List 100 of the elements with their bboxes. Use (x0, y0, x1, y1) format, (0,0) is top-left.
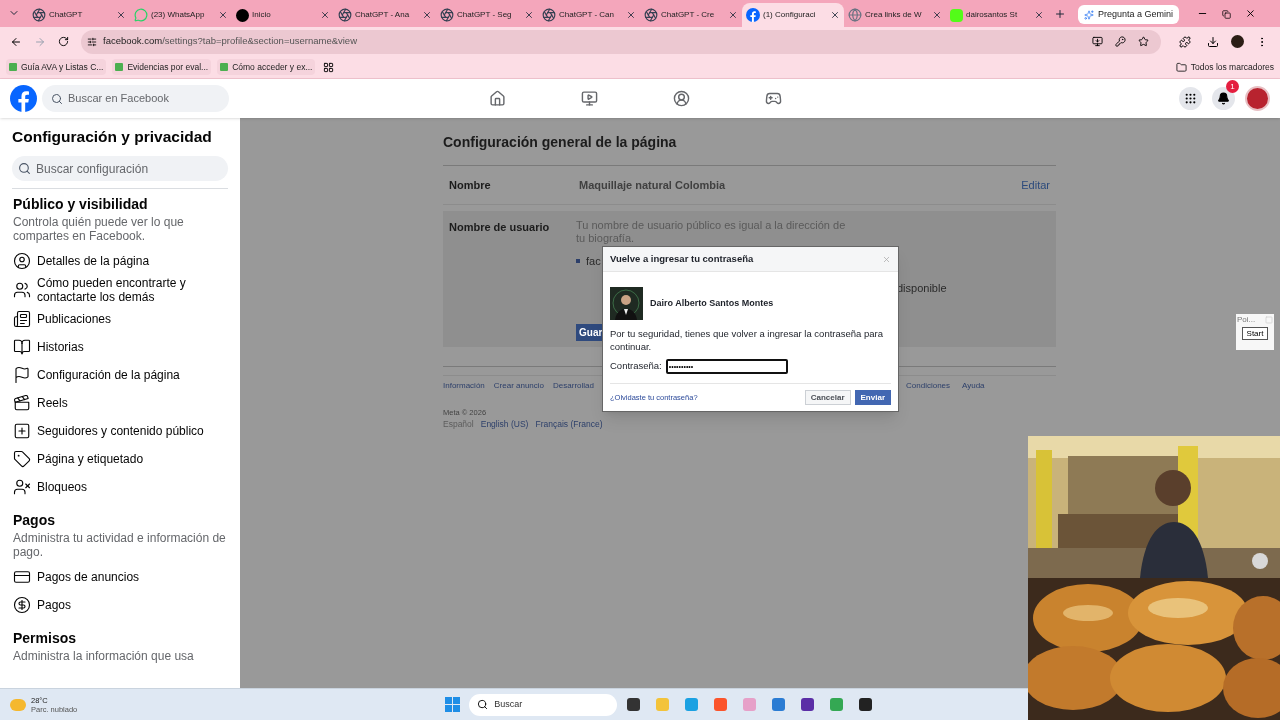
browser-tab[interactable]: (23) WhatsApp (130, 3, 232, 27)
newspaper-icon (13, 310, 31, 328)
aperture-icon (542, 8, 556, 22)
close-tab-icon[interactable] (422, 10, 432, 20)
user-circle-icon[interactable] (673, 90, 690, 107)
section-title: Pagos (12, 511, 56, 529)
sidebar-item[interactable]: Seguidores y contenido público (12, 417, 228, 445)
close-tab-icon[interactable] (116, 10, 126, 20)
close-tab-icon[interactable] (626, 10, 636, 20)
submit-button[interactable]: Enviar (854, 390, 891, 405)
user-name: Dairo Alberto Santos Montes (650, 296, 774, 310)
sidebar-item[interactable]: Reels (12, 389, 228, 417)
bookmark-star-icon[interactable] (1138, 36, 1149, 47)
bullet-icon (576, 259, 580, 264)
video-icon[interactable] (581, 90, 598, 107)
save-button[interactable]: Guar (576, 323, 602, 341)
extensions-icon[interactable] (1179, 35, 1191, 48)
browser-tab[interactable]: ChatGPT - Ana (334, 3, 436, 27)
notifications-button[interactable] (1212, 87, 1235, 110)
browser-tab[interactable]: dairosantos St (946, 3, 1048, 27)
sidebar-item[interactable]: Publicaciones (12, 305, 228, 333)
profile-avatar-icon[interactable] (1245, 86, 1270, 111)
sidebar-item[interactable]: Pagos de anuncios (12, 563, 228, 591)
browser-tab[interactable]: ChatGPT - Cre (640, 3, 742, 27)
facebook-logo-icon (10, 85, 37, 112)
search-icon (51, 92, 63, 105)
all-bookmarks-button[interactable]: Todos los marcadores (1175, 60, 1274, 74)
start-icon[interactable] (445, 697, 461, 712)
browser-tab[interactable]: (1) Configuraci (742, 3, 844, 27)
cancel-button[interactable]: Cancelar (804, 390, 851, 405)
close-tab-icon[interactable] (830, 10, 840, 20)
facebook-logo-icon (746, 8, 760, 22)
footer-link[interactable]: Información (443, 380, 485, 392)
grid-icon (1184, 92, 1197, 105)
sidebar-item[interactable]: Pagos (12, 591, 228, 619)
sidebar-title: Configuración y privacidad (12, 127, 213, 147)
bookmark-item[interactable]: Guía AVA y Listas C... (6, 59, 107, 75)
sidebar-item[interactable]: Historias (12, 333, 228, 361)
close-tab-icon[interactable] (218, 10, 228, 20)
start-button[interactable]: Start (1241, 327, 1269, 340)
dollar-circle-icon (13, 596, 31, 614)
browser-tab[interactable]: ChatGPT - Seg (436, 3, 538, 27)
section-description: Administra tu actividad e información de pago. (12, 531, 227, 559)
taskbar-search-field[interactable]: Buscar (469, 693, 618, 716)
sidebar-item[interactable]: Configuración de la página (12, 361, 228, 389)
username-url: fac (586, 254, 601, 269)
new-tab-icon[interactable] (1054, 8, 1066, 20)
section-description: Controla quién puede ver lo que compartes en Facebook. (12, 215, 185, 243)
footer-link[interactable]: Condiciones (906, 380, 951, 392)
clapperboard-icon (13, 394, 31, 412)
menu-button[interactable] (1179, 87, 1202, 110)
gemini-button[interactable]: Pregunta a Gemini (1078, 5, 1180, 24)
settings-search-field[interactable]: Buscar configuración (12, 156, 228, 181)
back-icon[interactable] (10, 35, 22, 48)
dialog-message: Por tu seguridad, tienes que volver a ingresar la contraseña para continuar. (610, 327, 885, 353)
sidebar-item[interactable]: Cómo pueden encontrarte y contactarte los demás (12, 275, 228, 305)
globe-icon (848, 8, 862, 22)
language-link[interactable]: English (US) (480, 418, 529, 431)
reload-icon[interactable] (58, 36, 69, 47)
browser-tab[interactable]: Inicio (232, 3, 334, 27)
close-window-icon[interactable] (1245, 8, 1257, 19)
bookmark-item[interactable]: Cómo acceder y ex... (217, 59, 316, 75)
profile-avatar-icon[interactable] (1231, 35, 1244, 48)
close-tab-icon[interactable] (524, 10, 534, 20)
address-bar[interactable]: facebook.com/settings?tab=profile&section=username&view (81, 29, 1161, 54)
row-label: Nombre (449, 177, 492, 193)
section-description: Administra la información que usa (12, 649, 195, 663)
book-icon (13, 338, 31, 356)
install-icon[interactable] (1092, 36, 1103, 47)
sidebar-item[interactable]: Detalles de la página (12, 247, 228, 275)
aperture-icon (440, 8, 454, 22)
apps-icon[interactable] (323, 61, 335, 73)
bookmark-item[interactable]: Evidencias por eval... (112, 59, 212, 75)
facebook-search-field[interactable]: Buscar en Facebook (42, 85, 229, 112)
restore-icon[interactable] (1222, 10, 1232, 19)
availability-text: disponible (897, 281, 947, 296)
footer-link[interactable]: Desarrollad (553, 380, 594, 392)
footer-link[interactable]: Crear anuncio (493, 380, 545, 392)
browser-tab[interactable]: ChatGPT - Can (538, 3, 640, 27)
close-tab-icon[interactable] (320, 10, 330, 20)
users-icon (13, 281, 31, 299)
row-value: Maquillaje natural Colombia (579, 177, 727, 193)
sidebar-item[interactable]: Página y etiquetado (12, 445, 228, 473)
bell-icon (1217, 92, 1230, 105)
language-link[interactable]: Français (France) (535, 418, 603, 431)
close-tab-icon[interactable] (728, 10, 738, 20)
credit-card-icon (13, 568, 31, 586)
user-x-icon (13, 478, 31, 496)
sparkle-icon (1084, 9, 1094, 20)
sidebar-item[interactable]: Bloqueos (12, 473, 228, 501)
footer-link[interactable]: Ayuda (962, 380, 985, 392)
home-icon[interactable] (489, 90, 506, 107)
close-tab-icon[interactable] (932, 10, 942, 20)
key-icon[interactable] (1115, 36, 1126, 47)
browser-tab[interactable]: Crea links de W (844, 3, 946, 27)
browser-tab[interactable]: ChatGPT (28, 3, 130, 27)
close-tab-icon[interactable] (1034, 10, 1044, 20)
download-icon[interactable] (1207, 35, 1219, 48)
dialog-title: Vuelve a ingresar tu contraseña (610, 251, 754, 266)
gamepad-icon[interactable] (765, 90, 782, 107)
